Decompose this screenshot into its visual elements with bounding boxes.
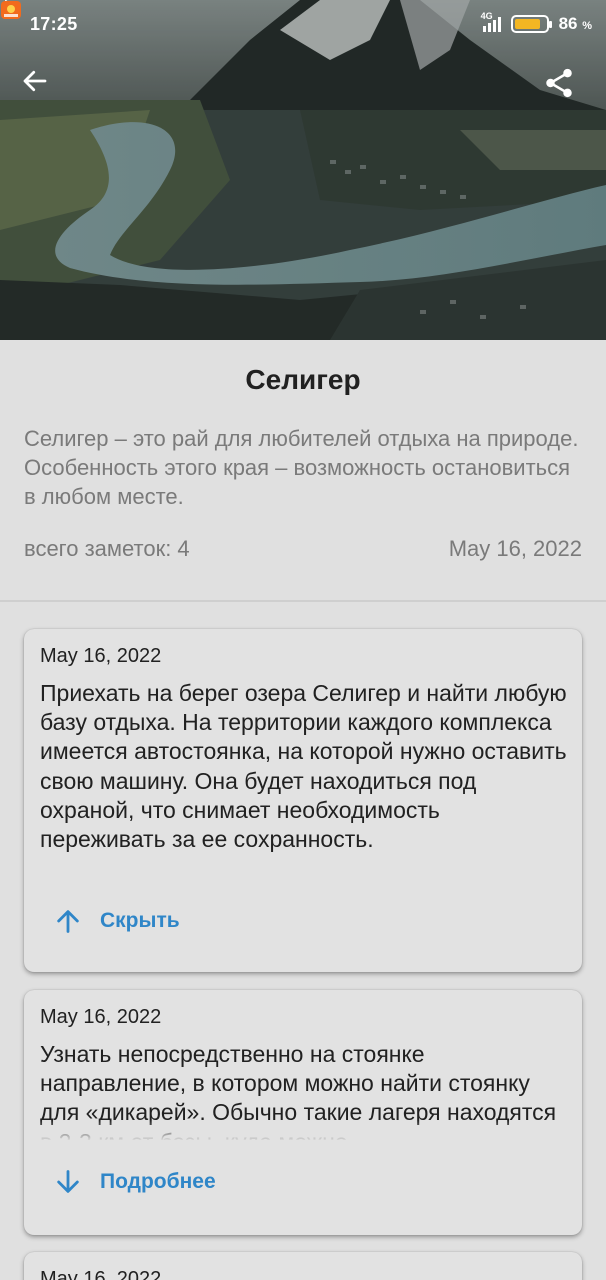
share-button[interactable] (542, 66, 590, 114)
back-button[interactable] (20, 66, 68, 114)
battery-icon (510, 15, 552, 33)
place-title: Селигер (245, 364, 361, 395)
note-card[interactable]: May 16, 2022 Приехать на берег озера Сел… (24, 629, 582, 972)
note-text: Приехать на берег озера Селигер и найти … (40, 680, 567, 853)
more-button-label: Подробнее (100, 1170, 216, 1193)
more-button[interactable]: Подробнее (54, 1168, 216, 1196)
place-description: Селигер – это рай для любителей отдыха н… (24, 426, 579, 509)
share-icon (546, 68, 572, 98)
note-date: May 16, 2022 (40, 645, 162, 667)
header-image: 17:25 4G 86 % (0, 0, 606, 340)
note-card[interactable]: May 16, 2022 (24, 1252, 582, 1280)
notes-count: всего заметок: 4 (24, 536, 190, 561)
status-bar: 17:25 4G 86 % (0, 0, 606, 48)
arrow-left-icon (23, 70, 47, 92)
note-date: May 16, 2022 (40, 1006, 162, 1028)
landscape-photo (0, 0, 606, 340)
hide-button-label: Скрыть (100, 909, 180, 932)
battery-percent: 86 (558, 14, 578, 33)
hide-button[interactable]: Скрыть (54, 907, 180, 935)
note-date: May 16, 2022 (40, 1268, 162, 1280)
arrow-down-icon (57, 1170, 79, 1193)
arrow-up-icon (57, 910, 79, 933)
place-date: May 16, 2022 (448, 536, 582, 561)
note-text: Узнать непосредственно на стоянке направ… (40, 1040, 570, 1140)
status-time: 17:25 (30, 13, 78, 34)
signal-icon: 4G (481, 11, 501, 32)
place-info: Селигер Селигер – это рай для любителей … (0, 340, 606, 602)
note-card[interactable]: May 16, 2022 Узнать непосредственно на с… (24, 990, 582, 1235)
place-meta: всего заметок: 4 May 16, 2022 (24, 536, 582, 562)
